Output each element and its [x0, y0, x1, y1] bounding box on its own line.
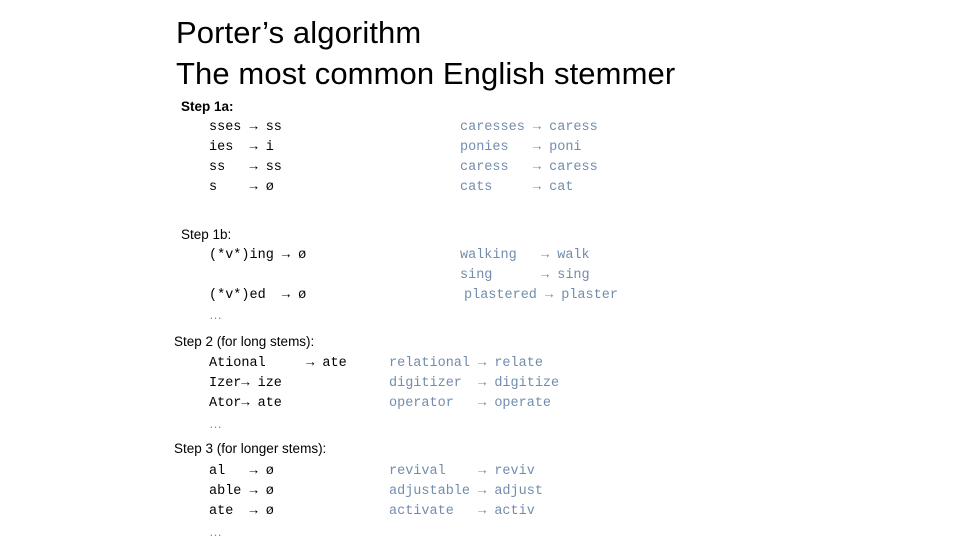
rule-row: Ator→ ate — [209, 396, 282, 411]
rule-row: (*v*)ed → ø — [209, 288, 307, 303]
example-row: cats → cat — [460, 180, 574, 195]
step-heading-1a: Step 1a: — [181, 99, 234, 114]
example-row: activate → activ — [389, 504, 535, 519]
rule-row: ies → i — [209, 140, 274, 155]
example-row: walking → walk — [460, 248, 590, 263]
section-ellipsis: … — [209, 307, 222, 322]
rule-row: sses → ss — [209, 120, 282, 135]
example-row: caress → caress — [460, 160, 598, 175]
example-row: relational → relate — [389, 356, 543, 371]
rule-row: able → ø — [209, 484, 274, 499]
rule-row: Ational → ate — [209, 356, 347, 371]
title-line-2: The most common English stemmer — [176, 56, 676, 91]
step-heading-3: Step 3 (for longer stems): — [174, 441, 327, 456]
page-title: Porter’s algorithm The most common Engli… — [176, 12, 936, 94]
rule-row: al → ø — [209, 464, 274, 479]
title-line-1: Porter’s algorithm — [176, 15, 422, 50]
rule-row: s → ø — [209, 180, 274, 195]
rule-row: Izer→ ize — [209, 376, 282, 391]
rule-row: ss → ss — [209, 160, 282, 175]
section-ellipsis: … — [209, 416, 222, 431]
rule-row: (*v*)ing → ø — [209, 248, 307, 263]
example-row: ponies → poni — [460, 140, 582, 155]
step-heading-1b: Step 1b: — [181, 227, 232, 242]
section-ellipsis: … — [209, 524, 222, 539]
slide-canvas: Porter’s algorithm The most common Engli… — [0, 0, 960, 540]
example-row: caresses → caress — [460, 120, 598, 135]
example-row: revival → reviv — [389, 464, 535, 479]
step-heading-2: Step 2 (for long stems): — [174, 334, 315, 349]
example-row: plastered → plaster — [464, 288, 618, 303]
example-row: sing → sing — [460, 268, 590, 283]
example-row: adjustable → adjust — [389, 484, 543, 499]
example-row: digitizer → digitize — [389, 376, 560, 391]
rule-row: ate → ø — [209, 504, 274, 519]
example-row: operator → operate — [389, 396, 552, 411]
